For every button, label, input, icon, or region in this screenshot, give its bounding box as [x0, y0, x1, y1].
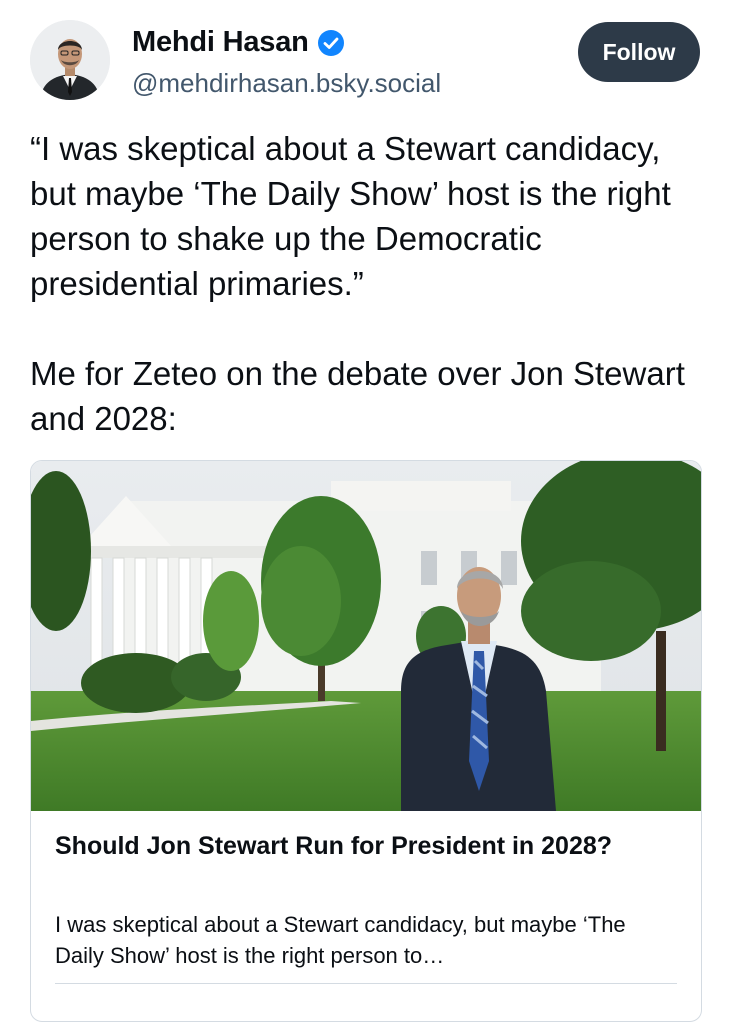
card-divider: [55, 983, 677, 984]
handle[interactable]: @mehdirhasan.bsky.social: [132, 68, 441, 99]
avatar[interactable]: [30, 20, 110, 100]
name-row: Mehdi Hasan: [132, 26, 345, 59]
post-text: “I was skeptical about a Stewart candida…: [30, 130, 685, 437]
avatar-photo: [30, 20, 110, 100]
display-name[interactable]: Mehdi Hasan: [132, 26, 309, 59]
link-card-image: [31, 461, 701, 811]
follow-button[interactable]: Follow: [578, 22, 700, 82]
verified-check-icon: [317, 29, 345, 57]
link-card-title[interactable]: Should Jon Stewart Run for President in …: [55, 829, 675, 864]
link-card-description: I was skeptical about a Stewart candidac…: [55, 912, 626, 968]
link-card[interactable]: Should Jon Stewart Run for President in …: [30, 460, 702, 1022]
post-header: Mehdi Hasan @mehdirhasan.bsky.social Fol…: [0, 0, 731, 110]
